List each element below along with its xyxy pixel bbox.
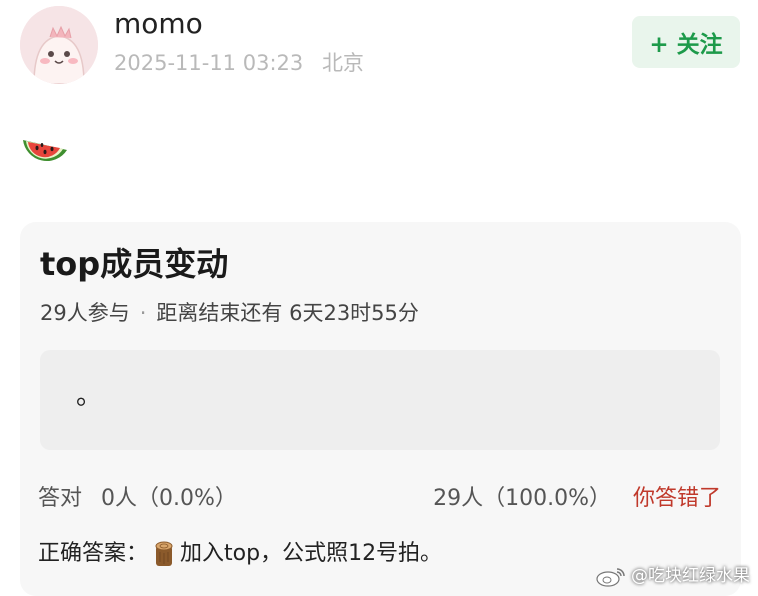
- poll-option[interactable]: 。: [40, 350, 720, 450]
- wrong-result: 29人（100.0%） 你答错了: [433, 484, 721, 514]
- post-meta: 2025-11-11 03:23 北京: [114, 48, 364, 78]
- poll-participants: 29人参与: [40, 301, 130, 325]
- poll-info-separator: ·: [139, 301, 147, 325]
- watermark: @吃块红绿水果: [595, 564, 750, 588]
- correct-count: 0人: [101, 486, 138, 511]
- avatar[interactable]: [20, 6, 98, 84]
- poll-info: 29人参与 · 距离结束还有 6天23时55分: [40, 298, 419, 328]
- wrong-summary: 29人（100.0%）: [433, 486, 611, 511]
- post-timestamp: 2025-11-11 03:23: [114, 51, 304, 75]
- answer-text: 加入top，公式照12号拍。: [180, 541, 443, 566]
- weibo-post-page: momo 2025-11-11 03:23 北京 + 关注 top成员变动 29…: [0, 0, 758, 596]
- follow-button[interactable]: + 关注: [632, 16, 740, 68]
- correct-answer: 正确答案： 加入top，公式照12号拍。: [38, 538, 442, 570]
- username[interactable]: momo: [114, 6, 203, 42]
- poll-card: top成员变动 29人参与 · 距离结束还有 6天23时55分 。 答对 0人（0.…: [20, 222, 741, 596]
- correct-percent: （0.0%）: [137, 486, 237, 511]
- dinosaur-avatar-icon: [20, 6, 98, 84]
- log-icon: [155, 541, 173, 566]
- correct-label: 答对: [38, 486, 83, 511]
- weibo-logo-icon: [596, 568, 625, 587]
- post-location: 北京: [321, 51, 364, 75]
- watermelon-icon: [23, 140, 67, 162]
- wrong-status: 你答错了: [632, 486, 721, 511]
- correct-result: 答对 0人（0.0%）: [38, 484, 237, 514]
- answer-prefix: 正确答案：: [38, 541, 149, 566]
- poll-time-left: 距离结束还有 6天23时55分: [156, 301, 419, 325]
- poll-title: top成员变动: [40, 245, 229, 283]
- poll-option-text: 。: [76, 381, 103, 411]
- watermark-text: @吃块红绿水果: [631, 566, 750, 586]
